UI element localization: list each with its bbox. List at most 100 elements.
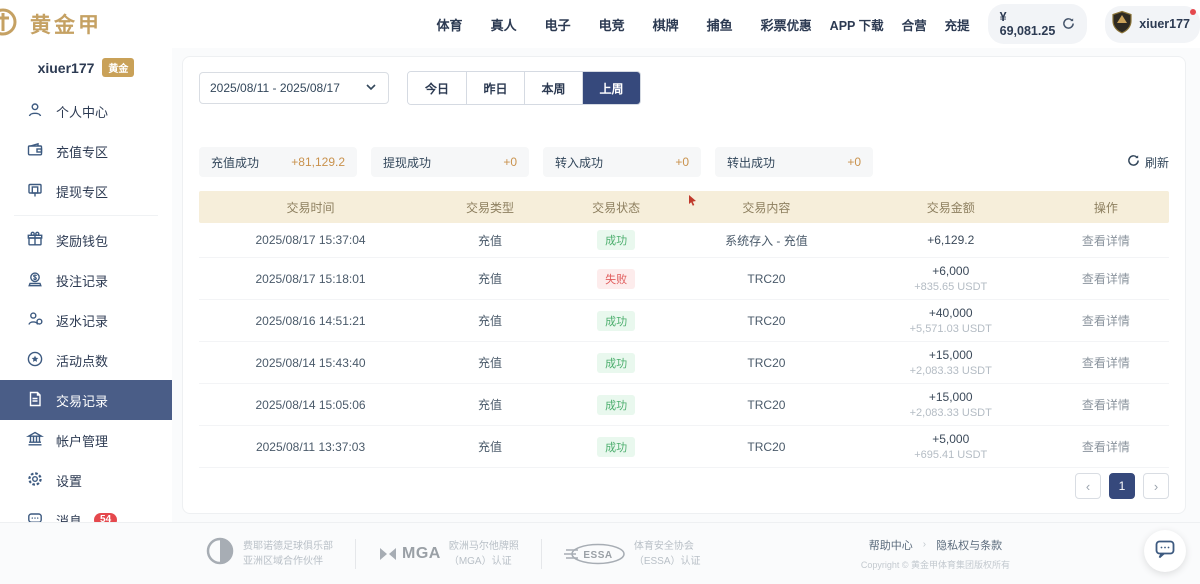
transaction-card: 2025/08/11 - 2025/08/17 今日 昨日 本周 上周 充值成功… [182,56,1186,514]
cell-status: 成功 [558,384,674,426]
cell-type: 充值 [422,258,558,300]
gift-icon [26,230,44,251]
wallet-icon [26,141,44,162]
refresh-label: 刷新 [1145,154,1169,171]
cell-type: 充值 [422,342,558,384]
balance-display[interactable]: ¥ 69,081.25 [988,4,1088,44]
bet-record-icon [26,270,44,291]
col-time: 交易时间 [199,191,422,223]
sidebar-item-deposit[interactable]: 充值专区 [0,131,172,171]
transactions-table: 交易时间 交易类型 交易状态 交易内容 交易金额 操作 2025/08/17 1… [199,191,1169,468]
next-page-button[interactable]: › [1143,473,1169,499]
nav-slots[interactable]: 电子 [545,15,571,34]
sidebar-item-label: 交易记录 [56,391,108,410]
sidebar-item-settings[interactable]: 设置 [0,460,172,500]
summary-value: +0 [675,155,689,169]
table-row: 2025/08/14 15:43:40 充值 成功 TRC20 +15,000+… [199,342,1169,384]
footer: 费耶诺德足球俱乐部亚洲区域合作伙伴 MGA 欧洲马尔他牌照（MGA）认证 ESS… [0,522,1200,584]
privacy-terms-link[interactable]: 隐私权与条款 [936,537,1002,553]
link-app-download[interactable]: APP 下载 [830,15,884,34]
mouse-cursor [688,195,697,209]
cell-type: 充值 [422,300,558,342]
sidebar-item-personal-center[interactable]: 个人中心 [0,91,172,131]
summary-deposit-success: 充值成功 +81,129.2 [199,147,357,177]
table-header-row: 交易时间 交易类型 交易状态 交易内容 交易金额 操作 [199,191,1169,223]
cell-time: 2025/08/16 14:51:21 [199,300,422,342]
status-badge: 成功 [597,353,635,373]
sidebar-item-transaction-records[interactable]: 交易记录 [0,380,172,420]
cell-status: 失败 [558,258,674,300]
cell-amount: +40,000+5,571.03 USDT [859,300,1043,342]
user-shield-icon [1111,10,1133,39]
nav-esports[interactable]: 电竞 [599,15,625,34]
cell-content: TRC20 [674,384,858,426]
col-amount: 交易金额 [859,191,1043,223]
pagination: ‹ 1 › [1075,473,1169,499]
main-content: 2025/08/11 - 2025/08/17 今日 昨日 本周 上周 充值成功… [172,48,1200,522]
status-badge: 成功 [597,311,635,331]
table-row: 2025/08/16 14:51:21 充值 成功 TRC20 +40,000+… [199,300,1169,342]
cell-action: 查看详情 [1043,342,1169,384]
vip-level-badge: 黄金 [102,58,134,77]
cert-line: （ESSA）认证 [634,554,701,569]
sidebar-item-rebate-records[interactable]: 返水记录 [0,300,172,340]
customer-service-button[interactable] [1144,530,1186,572]
sidebar-item-label: 奖励钱包 [56,231,108,250]
cell-type: 充值 [422,426,558,468]
summary-label: 提现成功 [383,154,431,171]
site-logo[interactable]: 黄金甲 [0,5,169,44]
prev-page-button[interactable]: ‹ [1075,473,1101,499]
cert-line: 费耶诺德足球俱乐部 [243,539,333,554]
nav-sports[interactable]: 体育 [437,15,463,34]
table-row: 2025/08/11 13:37:03 充值 成功 TRC20 +5,000+6… [199,426,1169,468]
view-details-link[interactable]: 查看详情 [1082,398,1130,412]
view-details-link[interactable]: 查看详情 [1082,314,1130,328]
user-icon [26,101,44,122]
nav-chess[interactable]: 棋牌 [653,15,679,34]
points-star-icon [26,350,44,371]
status-badge: 成功 [597,395,635,415]
rebate-icon [26,310,44,331]
chevron-down-icon [364,80,378,97]
nav-live[interactable]: 真人 [491,15,517,34]
sidebar-item-reward-wallet[interactable]: 奖励钱包 [0,220,172,260]
user-menu[interactable]: xiuer177 [1105,6,1200,43]
page-1-button[interactable]: 1 [1109,473,1135,499]
nav-lottery[interactable]: 彩票 [761,15,787,34]
cell-time: 2025/08/11 13:37:03 [199,426,422,468]
refresh-balance-icon[interactable] [1062,17,1075,32]
chat-bubble-icon [1153,537,1177,566]
col-type: 交易类型 [422,191,558,223]
tab-last-week[interactable]: 上周 [582,72,640,104]
link-promotions[interactable]: 优惠 [787,15,812,34]
tab-this-week[interactable]: 本周 [524,72,582,104]
view-details-link[interactable]: 查看详情 [1082,356,1130,370]
col-action: 操作 [1043,191,1169,223]
help-center-link[interactable]: 帮助中心 [869,537,913,553]
view-details-link[interactable]: 查看详情 [1082,272,1130,286]
view-details-link[interactable]: 查看详情 [1082,440,1130,454]
nav-fishing[interactable]: 捕鱼 [707,15,733,34]
sidebar: xiuer177 黄金 个人中心 充值专区 提现专区 奖励钱包 投注记录 返水记… [0,48,172,522]
view-details-link[interactable]: 查看详情 [1082,234,1130,248]
logo-text: 黄金甲 [30,9,102,39]
sidebar-item-bet-records[interactable]: 投注记录 [0,260,172,300]
refresh-button[interactable]: 刷新 [1127,154,1169,171]
link-partnership[interactable]: 合营 [902,15,927,34]
cell-time: 2025/08/14 15:43:40 [199,342,422,384]
sidebar-item-label: 充值专区 [56,142,108,161]
summary-value: +0 [503,155,517,169]
tab-yesterday[interactable]: 昨日 [466,72,524,104]
link-deposit-withdraw[interactable]: 充提 [945,15,970,34]
sidebar-item-activity-points[interactable]: 活动点数 [0,340,172,380]
col-content: 交易内容 [674,191,858,223]
tab-today[interactable]: 今日 [408,72,466,104]
period-tabs: 今日 昨日 本周 上周 [407,71,641,105]
withdraw-icon [26,181,44,202]
sidebar-item-withdraw[interactable]: 提现专区 [0,171,172,211]
col-status: 交易状态 [558,191,674,223]
sidebar-item-account-management[interactable]: 帐户管理 [0,420,172,460]
main-nav: 体育 真人 电子 电竞 棋牌 捕鱼 彩票 [437,15,787,34]
date-range-select[interactable]: 2025/08/11 - 2025/08/17 [199,72,389,104]
summary-value: +81,129.2 [291,155,345,169]
